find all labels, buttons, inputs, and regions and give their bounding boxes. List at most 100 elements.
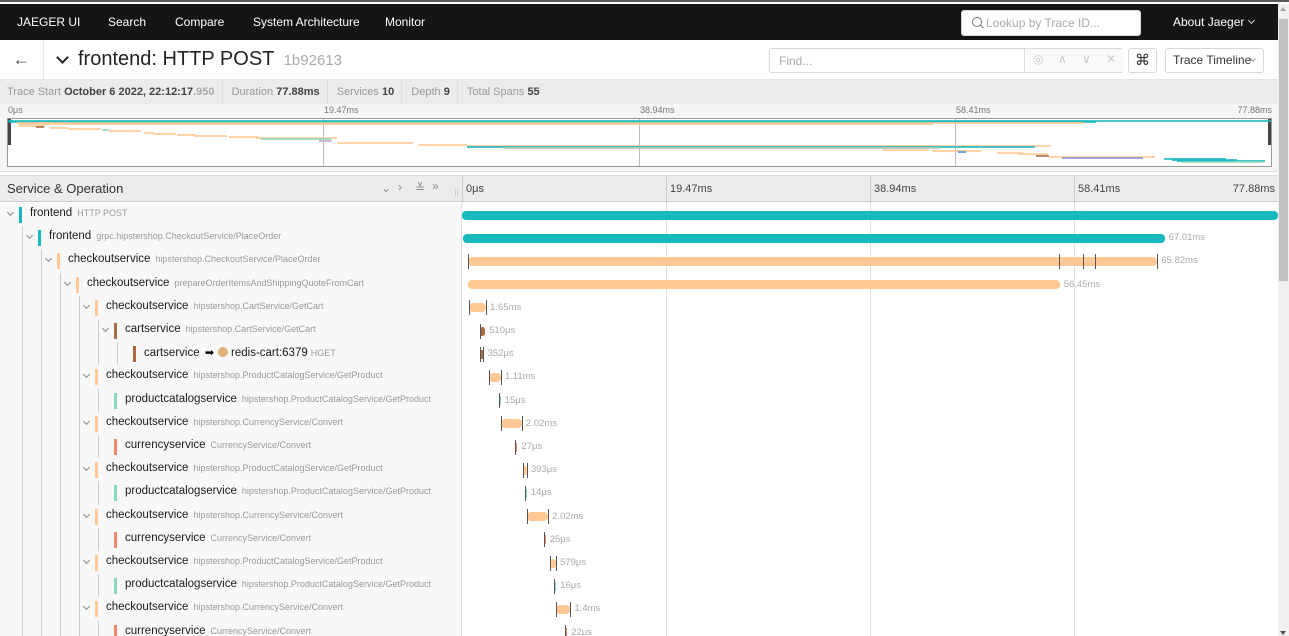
about-jaeger-menu[interactable]: About Jaeger — [1173, 4, 1256, 40]
span-log-marker[interactable] — [554, 578, 556, 594]
span-row[interactable]: productcatalogservice hipstershop.Product… — [0, 574, 462, 598]
span-bar[interactable] — [467, 256, 1158, 266]
span-name[interactable]: cartservice ➡ redis-cart:6379 HGET — [144, 346, 336, 359]
span-log-marker[interactable] — [500, 416, 502, 432]
span-row[interactable]: checkoutservice hipstershop.CartService/G… — [0, 295, 462, 319]
span-name[interactable]: currencyservice CurrencyService/Convert — [125, 439, 311, 451]
span-log-marker[interactable] — [1059, 253, 1061, 269]
span-name[interactable]: checkoutservice hipstershop.ProductCatalo… — [106, 369, 383, 381]
span-row[interactable]: frontend grpc.hipstershop.CheckoutService… — [0, 226, 462, 250]
nav-search[interactable]: Search — [108, 4, 146, 40]
span-name[interactable]: checkoutservice hipstershop.CartService/G… — [106, 300, 324, 312]
collapse-all-icon[interactable]: ≚ — [415, 181, 425, 195]
locate-icon[interactable]: ◎ — [1033, 52, 1043, 66]
chevron-down-icon[interactable] — [82, 417, 91, 425]
span-row[interactable]: checkoutservice hipstershop.CurrencyServi… — [0, 504, 462, 528]
span-log-marker[interactable] — [483, 346, 485, 362]
scroll-down-icon[interactable] — [1280, 631, 1286, 635]
span-log-marker[interactable] — [522, 462, 524, 478]
span-row[interactable]: currencyservice CurrencyService/Convert — [0, 620, 462, 636]
span-log-marker[interactable] — [479, 346, 481, 362]
span-log-marker[interactable] — [556, 555, 558, 571]
span-log-marker[interactable] — [500, 369, 502, 385]
span-bar[interactable] — [555, 604, 571, 614]
chevron-down-icon[interactable] — [44, 255, 53, 263]
keyboard-shortcuts-button[interactable]: ⌘ — [1128, 48, 1157, 73]
span-log-marker[interactable] — [524, 485, 526, 501]
span-row[interactable]: currencyservice CurrencyService/Convert — [0, 527, 462, 551]
span-row[interactable]: checkoutservice prepareOrderItemsAndShipp… — [0, 272, 462, 296]
chevron-down-icon[interactable] — [25, 232, 34, 240]
span-log-marker[interactable] — [468, 300, 470, 316]
span-bar[interactable] — [526, 512, 549, 522]
chevron-down-icon[interactable] — [101, 324, 110, 333]
page-scrollbar[interactable] — [1278, 4, 1289, 636]
minimap-canvas[interactable] — [7, 118, 1272, 167]
span-row[interactable]: productcatalogservice hipstershop.Product… — [0, 481, 462, 505]
span-log-marker[interactable] — [550, 555, 551, 571]
back-button[interactable]: ← — [0, 40, 44, 80]
chevron-down-icon[interactable] — [82, 556, 91, 565]
span-name[interactable]: frontend HTTP POST — [30, 207, 128, 219]
span-log-marker[interactable] — [515, 439, 517, 455]
nav-monitor[interactable]: Monitor — [385, 4, 425, 40]
chevron-down-icon[interactable] — [82, 603, 91, 611]
span-log-marker[interactable] — [543, 532, 545, 548]
span-log-marker[interactable] — [467, 253, 469, 269]
span-name[interactable]: checkoutservice hipstershop.CurrencyServi… — [106, 601, 343, 613]
span-log-marker[interactable] — [486, 300, 488, 316]
find-input[interactable] — [770, 49, 1025, 72]
span-name[interactable]: productcatalogservice hipstershop.Product… — [125, 578, 431, 590]
chevron-down-icon[interactable] — [82, 371, 91, 379]
span-row[interactable]: checkoutservice hipstershop.CurrencyServi… — [0, 597, 462, 621]
span-log-marker[interactable] — [565, 625, 567, 636]
span-log-marker[interactable] — [526, 509, 528, 525]
span-name[interactable]: productcatalogservice hipstershop.Product… — [125, 393, 431, 405]
span-row[interactable]: checkoutservice hipstershop.ProductCatalo… — [0, 365, 462, 389]
trace-id-lookup-input[interactable] — [986, 11, 1136, 35]
expand-one-icon[interactable]: › — [398, 180, 402, 194]
span-row[interactable]: checkoutservice hipstershop.CurrencyServi… — [0, 411, 462, 435]
span-row[interactable]: checkoutservice hipstershop.CheckoutServi… — [0, 249, 462, 273]
scrollbar-thumb[interactable] — [1279, 19, 1288, 281]
span-log-marker[interactable] — [1083, 253, 1085, 269]
span-bar[interactable] — [462, 233, 1165, 243]
span-log-marker[interactable] — [526, 462, 528, 478]
clear-find-icon[interactable]: ✕ — [1106, 52, 1116, 66]
brand-logo[interactable]: JAEGER UI — [17, 4, 80, 40]
chevron-down-icon[interactable] — [82, 464, 91, 472]
nav-compare[interactable]: Compare — [175, 4, 224, 40]
view-mode-select[interactable]: Trace Timeline — [1165, 48, 1264, 73]
collapse-one-icon[interactable]: ⌄ — [381, 181, 391, 195]
column-resize-handle[interactable] — [455, 189, 458, 196]
minimap-right-handle[interactable] — [1268, 119, 1271, 145]
span-bar[interactable] — [468, 303, 487, 313]
span-name[interactable]: checkoutservice hipstershop.CheckoutServi… — [68, 253, 321, 265]
chevron-down-icon[interactable] — [82, 301, 91, 309]
collapse-header-chevron-icon[interactable] — [56, 51, 69, 64]
span-log-marker[interactable] — [498, 393, 500, 409]
expand-all-icon[interactable]: » — [432, 179, 439, 193]
span-name[interactable]: checkoutservice hipstershop.CurrencyServi… — [106, 416, 343, 428]
span-name[interactable]: productcatalogservice hipstershop.Product… — [125, 485, 431, 497]
span-log-marker[interactable] — [555, 601, 557, 617]
span-name[interactable]: frontend grpc.hipstershop.CheckoutService… — [49, 230, 281, 242]
span-row[interactable]: frontend HTTP POST — [0, 203, 462, 226]
scroll-up-icon[interactable] — [1280, 7, 1286, 11]
span-log-marker[interactable] — [570, 601, 572, 617]
span-log-marker[interactable] — [521, 416, 523, 432]
span-name[interactable]: currencyservice CurrencyService/Convert — [125, 532, 311, 544]
span-log-marker[interactable] — [489, 369, 491, 385]
span-log-marker[interactable] — [1094, 253, 1096, 269]
span-row[interactable]: checkoutservice hipstershop.ProductCatalo… — [0, 551, 462, 575]
chevron-down-icon[interactable] — [6, 208, 15, 217]
span-bar[interactable] — [489, 372, 501, 382]
chevron-down-icon[interactable] — [63, 278, 72, 286]
span-row[interactable]: cartservice ➡ redis-cart:6379 HGET — [0, 342, 462, 366]
span-log-marker[interactable] — [548, 509, 550, 525]
span-name[interactable]: currencyservice CurrencyService/Convert — [125, 625, 311, 636]
nav-system-architecture[interactable]: System Architecture — [253, 4, 360, 40]
span-log-marker[interactable] — [1157, 253, 1159, 269]
span-row[interactable]: productcatalogservice hipstershop.Product… — [0, 388, 462, 412]
prev-match-icon[interactable]: ∧ — [1058, 52, 1067, 66]
